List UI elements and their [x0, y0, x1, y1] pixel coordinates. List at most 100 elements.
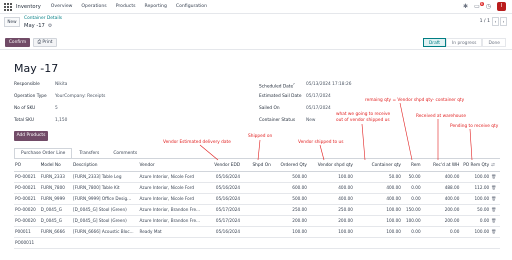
status-draft[interactable]: Draft [422, 38, 446, 47]
chat-icon[interactable]: ▭ 6 [474, 2, 484, 10]
cell-po-rem-qty[interactable] [460, 237, 491, 249]
apps-grid-icon[interactable] [3, 2, 13, 12]
col-header-po[interactable]: PO [14, 160, 40, 172]
cell-vendor-edd[interactable] [205, 237, 242, 249]
bug-icon[interactable]: ✱ [463, 3, 468, 10]
col-header-vendor-shpd-qty[interactable]: Vendor shpd qty [307, 160, 354, 172]
cell-vendor-shpd-qty[interactable]: 250.00 [307, 204, 354, 216]
cell-recd-at-wh[interactable]: 0.00 [421, 226, 461, 238]
cell-recd-at-wh[interactable]: 400.00 [421, 171, 461, 183]
cell-model-no[interactable]: D_0045_G [39, 204, 72, 216]
cell-description[interactable]: [FURN_6666] Acoustic Bloc... [71, 226, 139, 238]
cell-po-rem-qty[interactable]: 50.00 [460, 204, 491, 216]
cell-vendor[interactable] [138, 237, 206, 249]
cell-vendor-edd[interactable]: 05/16/2024 [205, 226, 242, 238]
sailed-on-field[interactable]: 05/17/2024 [306, 106, 331, 111]
cell-recd-at-wh[interactable]: 200.00 [421, 204, 461, 216]
cell-po[interactable]: PO-00021 [14, 171, 40, 183]
cell-ordered-qty[interactable]: 100.00 [271, 226, 308, 238]
cell-rem[interactable]: 0.00 [401, 193, 422, 205]
table-row[interactable]: PO-00021 FURN_9999 [FURN_9999] Office Desi… [14, 193, 500, 205]
cell-ordered-qty[interactable]: 600.00 [271, 182, 308, 194]
avatar[interactable]: I [497, 2, 506, 11]
tab-comments[interactable]: Comments [106, 148, 144, 158]
cell-vendor-edd[interactable]: 05/16/2024 [205, 193, 242, 205]
cell-shpd-on[interactable] [241, 193, 272, 205]
cell-vendor[interactable]: Azure Interior, Brandon Fre... [138, 204, 206, 216]
trash-icon[interactable]: 🗑 [491, 207, 496, 212]
cell-vendor-shpd-qty[interactable]: 100.00 [307, 171, 354, 183]
trash-icon[interactable]: 🗑 [491, 196, 496, 201]
cell-description[interactable]: [D_0045_G] Stool (Green) [71, 204, 139, 216]
cell-rem[interactable]: 0.00 [401, 226, 422, 238]
gear-icon[interactable]: ⚙ [48, 23, 52, 29]
cell-vendor[interactable]: Azure Interior, Nicole Ford [138, 171, 206, 183]
cell-shpd-on[interactable] [241, 226, 272, 238]
cell-description[interactable]: [D_0045_G] Stool (Green) [71, 215, 139, 227]
cell-model-no[interactable]: FURN_6666 [39, 226, 72, 238]
cell-ordered-qty[interactable]: 200.00 [271, 215, 308, 227]
cell-container-qty[interactable]: 400.00 [353, 193, 402, 205]
col-header-po-rem-qty[interactable]: PO Rem Qty [460, 160, 491, 172]
cell-recd-at-wh[interactable]: 400.00 [421, 193, 461, 205]
col-header-ordered-qty[interactable]: Ordered Qty [271, 160, 308, 172]
col-header-description[interactable]: Description [71, 160, 139, 172]
status-in-progress[interactable]: In progress [446, 38, 483, 47]
trash-icon[interactable]: 🗑 [491, 185, 496, 190]
cell-vendor-shpd-qty[interactable]: 400.00 [307, 193, 354, 205]
cell-model-no[interactable]: D_0045_G [39, 215, 72, 227]
cell-shpd-on[interactable] [241, 182, 272, 194]
cell-vendor-edd[interactable]: 05/16/2024 [205, 171, 242, 183]
cell-recd-at-wh[interactable]: 200.00 [421, 215, 461, 227]
pager-next-icon[interactable]: › [500, 17, 507, 26]
cell-model-no[interactable] [39, 237, 72, 249]
cell-model-no[interactable]: FURN_7800 [39, 182, 72, 194]
table-row[interactable]: PO-00021 FURN_2333 [FURN_2333] Table Leg Az… [14, 171, 500, 183]
container-status-field[interactable]: New [306, 118, 315, 123]
cell-vendor-edd[interactable]: 05/16/2024 [205, 182, 242, 194]
cell-vendor-edd[interactable]: 05/17/2024 [205, 204, 242, 216]
cell-description[interactable]: [FURN_9999] Office Desig... [71, 193, 139, 205]
table-row[interactable]: PO00011 [14, 237, 500, 249]
trash-icon[interactable]: 🗑 [491, 174, 496, 179]
cell-container-qty[interactable]: 400.00 [353, 182, 402, 194]
trash-icon[interactable]: 🗑 [491, 218, 496, 223]
cell-ordered-qty[interactable]: 250.00 [271, 204, 308, 216]
menu-products[interactable]: Products [116, 4, 136, 9]
tab-transfers[interactable]: Transfers [72, 148, 106, 158]
cell-shpd-on[interactable] [241, 204, 272, 216]
cell-po[interactable]: PO-00020 [14, 204, 40, 216]
cell-po-rem-qty[interactable]: 0.00 [460, 215, 491, 227]
cell-vendor-shpd-qty[interactable]: 100.00 [307, 226, 354, 238]
col-header-rem[interactable]: Rem [401, 160, 422, 172]
cell-vendor[interactable]: Ready Mat [138, 226, 206, 238]
print-button[interactable]: ⎙ Print [33, 38, 57, 47]
cell-po[interactable]: P00011 [14, 226, 40, 238]
app-name[interactable]: Inventory [16, 4, 41, 10]
cell-shpd-on[interactable] [241, 171, 272, 183]
cell-model-no[interactable]: FURN_9999 [39, 193, 72, 205]
cell-container-qty[interactable]: 100.00 [353, 226, 402, 238]
cell-po-rem-qty[interactable]: 112.00 [460, 182, 491, 194]
menu-overview[interactable]: Overview [51, 4, 73, 9]
cell-rem[interactable] [401, 237, 422, 249]
cell-po[interactable]: PO-00020 [14, 215, 40, 227]
menu-reporting[interactable]: Reporting [145, 4, 167, 9]
cell-vendor[interactable]: Azure Interior, Nicole Ford [138, 193, 206, 205]
cell-po-rem-qty[interactable]: 100.00 [460, 193, 491, 205]
cell-po-rem-qty[interactable]: 100.00 [460, 171, 491, 183]
col-header-vendor[interactable]: Vendor [138, 160, 206, 172]
responsible-field[interactable]: Nikita [55, 82, 67, 87]
cell-recd-at-wh[interactable] [421, 237, 461, 249]
col-header-recd-at-wh[interactable]: Rec'd at WH [421, 160, 461, 172]
trash-icon[interactable]: 🗑 [491, 229, 496, 234]
new-button[interactable]: New [4, 17, 20, 27]
column-settings-icon[interactable]: ⇄ [490, 160, 500, 172]
cell-container-qty[interactable] [353, 237, 402, 249]
cell-description[interactable] [71, 237, 139, 249]
cell-rem[interactable]: 150.00 [401, 204, 422, 216]
cell-shpd-on[interactable] [241, 215, 272, 227]
help-icon[interactable]: ? [293, 82, 295, 86]
cell-recd-at-wh[interactable]: 488.00 [421, 182, 461, 194]
cell-model-no[interactable]: FURN_2333 [39, 171, 72, 183]
